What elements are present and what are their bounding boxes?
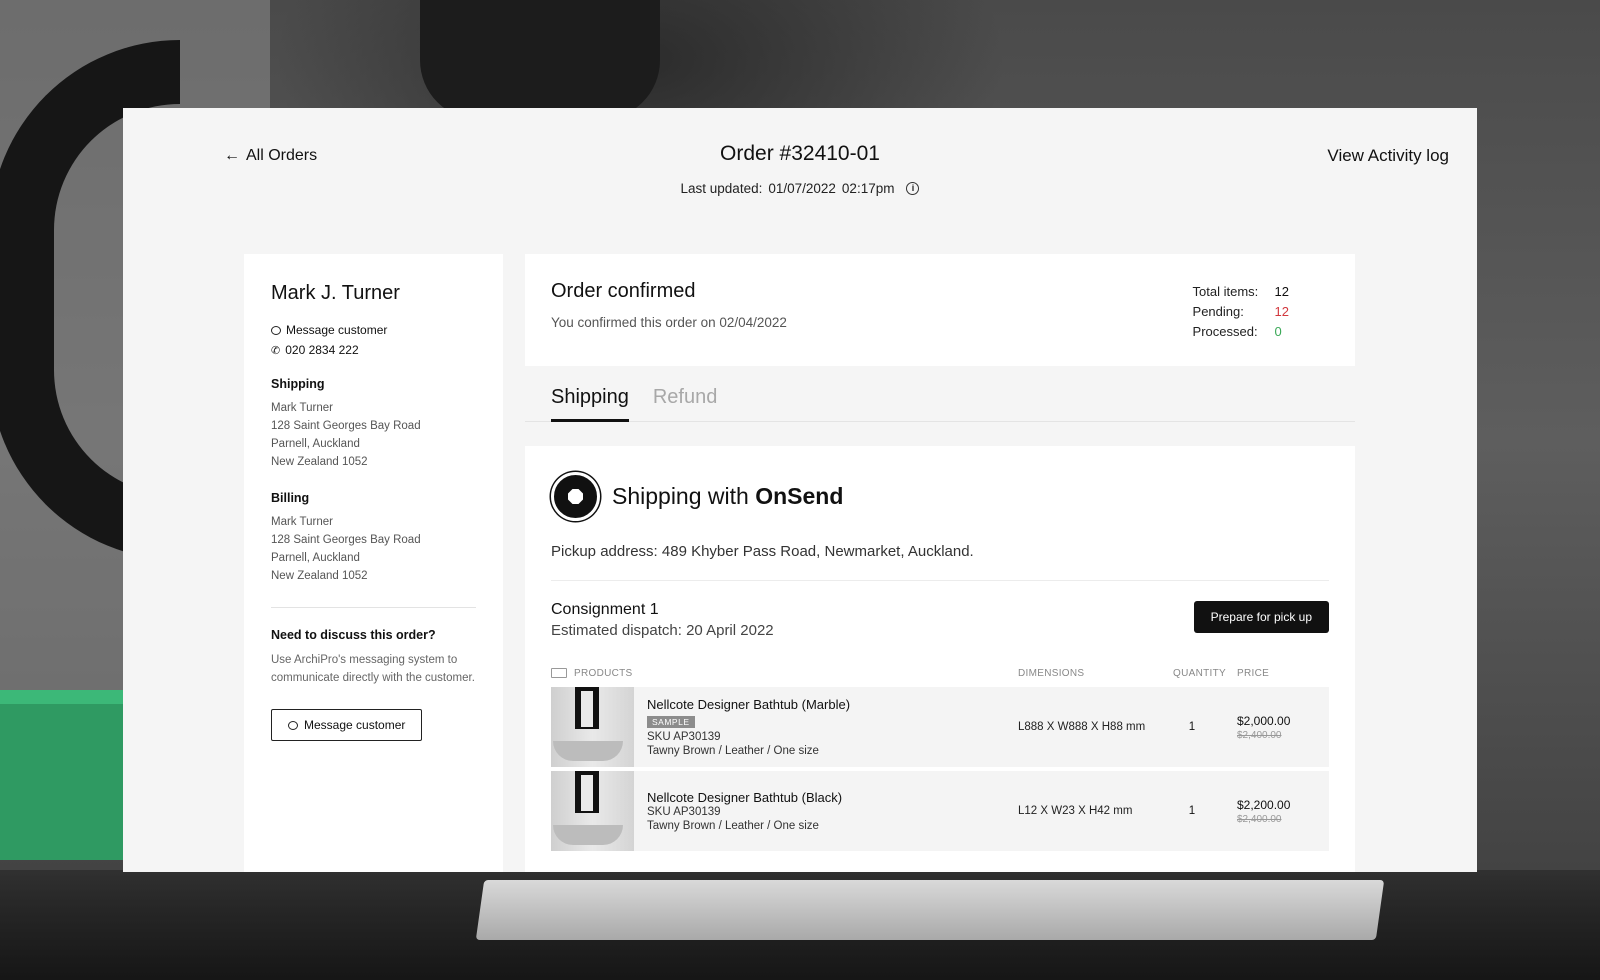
shipping-address: Mark Turner 128 Saint Georges Bay Road P… [271,399,476,471]
discuss-title: Need to discuss this order? [271,628,436,642]
product-thumbnail [551,771,634,851]
shipping-provider-title: Shipping with OnSend [612,483,843,510]
order-window: ← All Orders Order #32410-01 Last update… [123,108,1477,872]
message-customer-link[interactable]: Message customer [271,323,476,337]
background-person [420,0,660,120]
shipping-address-line: New Zealand 1052 [271,456,368,468]
order-title: Order #32410-01 [720,142,880,165]
shipping-card: Shipping with OnSend Pickup address: 489… [525,446,1355,872]
divider [271,607,476,608]
product-thumbnail [551,687,634,767]
stat-processed: Processed: 0 [1193,322,1289,342]
product-quantity: 1 [1188,721,1196,733]
last-updated: Last updated: 01/07/2022 02:17pm i [123,181,1477,196]
billing-address-line: Mark Turner [271,516,333,528]
product-quantity: 1 [1188,805,1196,817]
col-price: PRICE [1237,667,1270,679]
product-price: $2,200.00 $2,400.00 [1237,798,1317,825]
product-name: Nellcote Designer Bathtub (Black) [647,789,843,805]
col-dimensions: DIMENSIONS [1018,667,1085,679]
col-products: PRODUCTS [551,668,1018,679]
product-variant: Tawny Brown / Leather / One size [647,744,819,757]
billing-address: Mark Turner 128 Saint Georges Bay Road P… [271,513,476,585]
products-table-header: PRODUCTS DIMENSIONS QUANTITY PRICE [551,665,1329,681]
provider-name: OnSend [755,483,844,509]
billing-address-line: 128 Saint Georges Bay Road [271,534,421,546]
customer-name: Mark J. Turner [271,282,400,304]
price-current: $2,000.00 [1237,713,1291,728]
prepare-for-pickup-button[interactable]: Prepare for pick up [1193,601,1329,633]
stat-total-label: Total items: [1192,284,1259,299]
product-price: $2,000.00 $2,400.00 [1237,714,1317,741]
background-green-trim [0,690,140,704]
info-icon[interactable]: i [906,182,920,195]
chat-bubble-icon [288,720,298,730]
message-customer-label: Message customer [286,323,388,337]
product-info: Nellcote Designer Bathtub (Marble) SAMPL… [634,697,1018,758]
stat-pending-label: Pending: [1192,304,1244,319]
stat-total-value: 12 [1274,284,1289,299]
price-original: $2,400.00 [1237,813,1282,825]
product-dimensions: L888 X W888 X H88 mm [1018,721,1146,733]
shipping-address-line: Mark Turner [271,402,333,414]
last-updated-time: 02:17pm [841,181,895,196]
col-quantity: QUANTITY [1173,667,1226,679]
discuss-text: Use ArchiPro's messaging system to commu… [271,654,475,684]
shipping-prefix: Shipping with [612,483,749,509]
customer-card: Mark J. Turner Message customer ✆ 020 28… [244,254,503,872]
product-info: Nellcote Designer Bathtub (Black) SKU AP… [634,790,1018,833]
product-sku: SKU AP30139 [647,805,721,818]
billing-address-line: Parnell, Auckland [271,552,360,564]
shipping-address-line: Parnell, Auckland [271,438,360,450]
product-dimensions: L12 X W23 X H42 mm [1018,805,1133,817]
view-activity-log-link[interactable]: View Activity log [1327,146,1449,166]
last-updated-date: 01/07/2022 [768,181,836,196]
background-green-machine [0,690,140,860]
stat-processed-value: 0 [1274,324,1282,339]
shipping-provider: Shipping with OnSend [551,472,1329,521]
tab-shipping[interactable]: Shipping [551,374,629,422]
product-name: Nellcote Designer Bathtub (Marble) [647,696,851,712]
shipping-address-line: 128 Saint Georges Bay Road [271,420,421,432]
background-cart [475,880,1385,940]
message-customer-button[interactable]: Message customer [271,709,423,741]
stat-processed-label: Processed: [1192,324,1258,339]
top-bar: ← All Orders Order #32410-01 Last update… [123,108,1477,238]
product-variant: Tawny Brown / Leather / One size [647,819,819,832]
customer-phone[interactable]: ✆ 020 2834 222 [271,343,476,357]
tab-bar: Shipping Refund [525,374,1355,422]
stat-pending: Pending: 12 [1193,302,1289,322]
sample-badge: SAMPLE [647,715,695,728]
last-updated-label: Last updated: [680,181,763,196]
truck-icon [551,668,567,678]
onsend-logo-icon [551,472,600,521]
message-customer-button-label: Message customer [304,718,406,732]
billing-address-line: New Zealand 1052 [271,570,368,582]
stat-total: Total items: 12 [1193,282,1289,302]
pickup-address: Pickup address: 489 Khyber Pass Road, Ne… [551,543,1329,581]
phone-number: 020 2834 222 [285,343,359,357]
shipping-label: Shipping [271,377,325,391]
col-products-label: PRODUCTS [574,667,633,679]
order-status-card: Order confirmed You confirmed this order… [525,254,1355,366]
price-current: $2,200.00 [1237,797,1291,812]
table-row[interactable]: Nellcote Designer Bathtub (Marble) SAMPL… [551,687,1329,767]
phone-icon: ✆ [271,344,281,357]
table-row[interactable]: Nellcote Designer Bathtub (Black) SKU AP… [551,771,1329,851]
billing-label: Billing [271,491,310,505]
stat-pending-value: 12 [1274,304,1289,319]
chat-bubble-icon [271,325,281,335]
tab-refund[interactable]: Refund [653,374,718,422]
order-stats: Total items: 12 Pending: 12 Processed: 0 [1193,282,1289,342]
consignment: Consignment 1 Estimated dispatch: 20 Apr… [551,601,1329,639]
price-original: $2,400.00 [1237,729,1282,741]
product-sku: SKU AP30139 [647,730,721,743]
